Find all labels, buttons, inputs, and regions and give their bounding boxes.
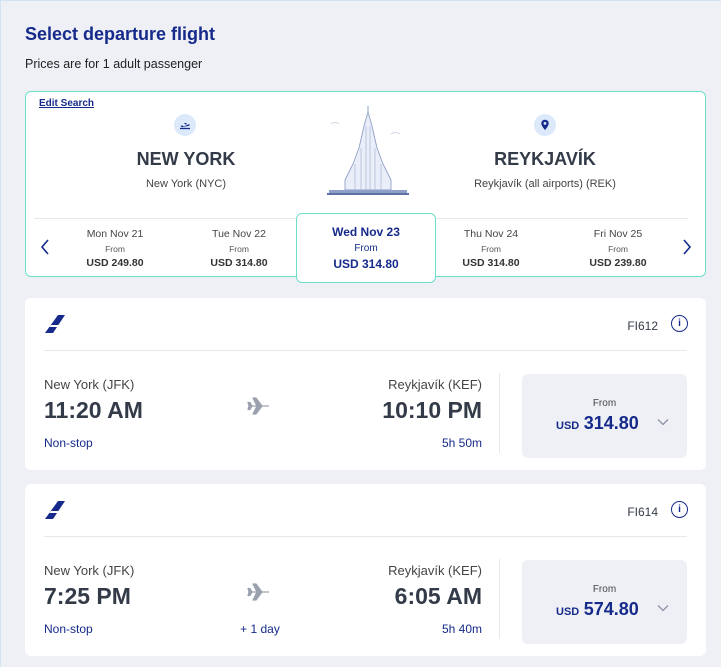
fare-select-button[interactable]: From USD 574.80 (522, 560, 687, 644)
airline-logo-icon (45, 501, 65, 519)
hallgrimskirkja-illustration (327, 106, 409, 195)
arrival-time: 10:10 PM (382, 397, 482, 423)
flight-number: FI614 (627, 505, 658, 519)
date-price: USD 249.80 (86, 257, 144, 269)
origin-city: NEW YORK (136, 149, 236, 169)
arrival-airport: Reykjavík (KEF) (388, 563, 482, 578)
date-option-fri[interactable]: Fri Nov 25 From USD 239.80 (558, 228, 678, 269)
chevron-left-icon (40, 239, 49, 255)
departure-airport: New York (JFK) (44, 377, 135, 392)
page-subtitle: Prices are for 1 adult passenger (25, 57, 203, 71)
date-from-label: From (229, 244, 249, 254)
flight-duration: 5h 40m (441, 622, 482, 636)
destination-city: REYKJAVÍK (494, 149, 596, 169)
date-label: Thu Nov 24 (463, 228, 519, 240)
flight-card[interactable]: FI614 i New York (JFK) 7:25 PM Non-stop … (25, 484, 706, 656)
origin-detail: New York (NYC) (145, 178, 227, 190)
price-currency: USD (556, 420, 580, 432)
departure-airport: New York (JFK) (44, 563, 135, 578)
arrival-time: 6:05 AM (394, 583, 482, 609)
airplane-icon (247, 583, 269, 601)
chevron-down-icon (657, 419, 669, 426)
date-price: USD 239.80 (589, 257, 647, 269)
price-value: 574.80 (583, 599, 639, 619)
date-option-thu[interactable]: Thu Nov 24 From USD 314.80 (431, 228, 551, 269)
flight-card[interactable]: FI612 i New York (JFK) 11:20 AM Non-stop… (25, 298, 706, 470)
flight-number: FI612 (627, 319, 658, 333)
date-from-label: From (105, 244, 125, 254)
airline-logo-icon (45, 315, 65, 333)
plane-departure-icon (174, 114, 196, 136)
arrival-airport: Reykjavík (KEF) (388, 377, 482, 392)
price-from-label: From (592, 398, 617, 409)
info-icon[interactable]: i (671, 501, 688, 518)
price-value: 314.80 (583, 413, 639, 433)
divider (499, 373, 500, 453)
chevron-right-icon (683, 239, 692, 255)
location-pin-icon (534, 114, 556, 136)
date-label: Fri Nov 25 (593, 228, 643, 240)
airplane-icon (247, 397, 269, 415)
date-option-wed-selected[interactable]: Wed Nov 23 From USD 314.80 (296, 213, 436, 283)
departure-time: 7:25 PM (44, 583, 131, 609)
prev-dates-arrow[interactable] (38, 237, 52, 257)
date-option-tue[interactable]: Tue Nov 22 From USD 314.80 (179, 228, 299, 269)
price-amount: USD 314.80 (556, 413, 639, 434)
date-price: USD 314.80 (210, 257, 268, 269)
date-from-label: From (354, 243, 378, 254)
date-label: Tue Nov 22 (212, 228, 266, 240)
date-price: USD 314.80 (333, 257, 399, 271)
fare-select-button[interactable]: From USD 314.80 (522, 374, 687, 458)
next-dates-arrow[interactable] (680, 237, 694, 257)
date-price: USD 314.80 (462, 257, 520, 269)
departure-time: 11:20 AM (44, 397, 143, 423)
stops-label: Non-stop (44, 622, 93, 636)
divider (499, 559, 500, 639)
chevron-down-icon (657, 605, 669, 612)
stops-label: Non-stop (44, 436, 93, 450)
divider (44, 536, 687, 537)
date-label: Wed Nov 23 (332, 225, 400, 239)
edit-search-link[interactable]: Edit Search (39, 98, 94, 109)
price-from-label: From (592, 584, 617, 595)
date-option-mon[interactable]: Mon Nov 21 From USD 249.80 (55, 228, 175, 269)
info-icon[interactable]: i (671, 315, 688, 332)
divider (44, 350, 687, 351)
search-summary-card: Edit Search NEW YORK New York (NYC) REYK… (25, 91, 706, 283)
date-from-label: From (481, 244, 501, 254)
price-amount: USD 574.80 (556, 599, 639, 620)
destination-detail: Reykjavík (all airports) (REK) (474, 178, 616, 190)
date-from-label: From (608, 244, 628, 254)
flight-duration: 5h 50m (441, 436, 482, 450)
day-offset: + 1 day (240, 622, 280, 636)
page: Select departure flight Prices are for 1… (0, 0, 721, 667)
page-title: Select departure flight (25, 24, 216, 44)
price-currency: USD (556, 606, 580, 618)
date-label: Mon Nov 21 (86, 228, 144, 240)
